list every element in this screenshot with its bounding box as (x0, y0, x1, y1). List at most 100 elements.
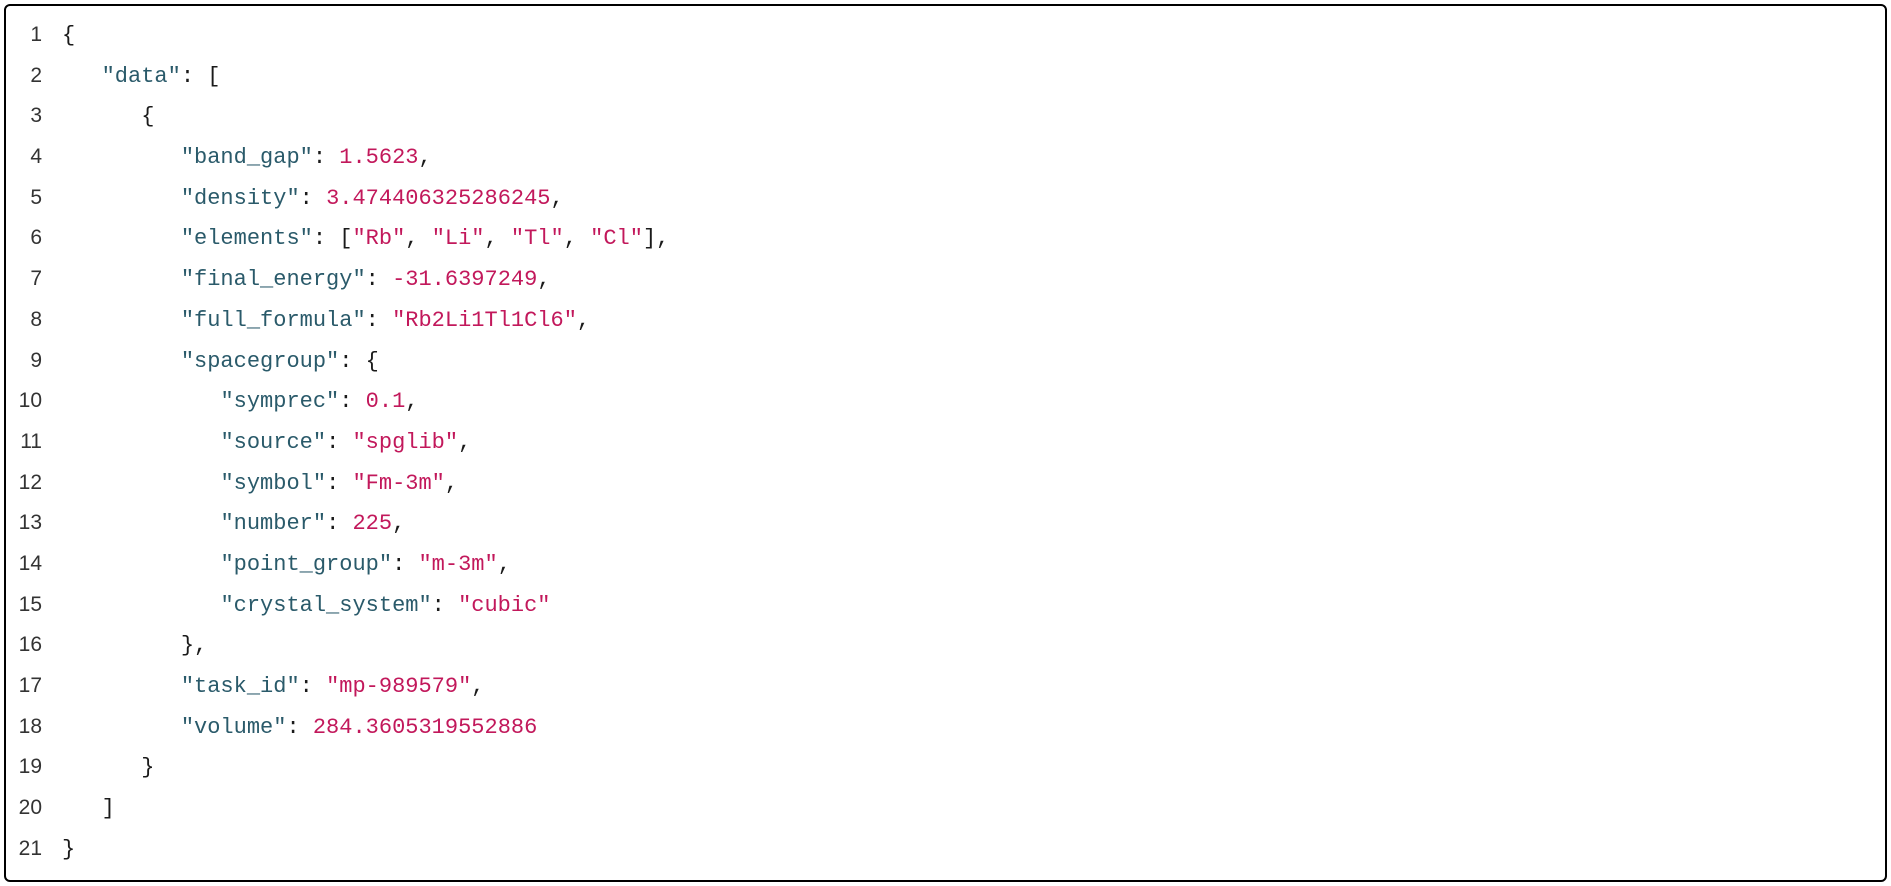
token-punct: , (458, 430, 471, 455)
token-colon: : (313, 226, 339, 251)
line-number: 3 (6, 97, 62, 136)
token-number: 1.5623 (339, 145, 418, 170)
token-string: "mp-989579" (326, 674, 471, 699)
token-punct: , (445, 471, 458, 496)
line-content: "task_id": "mp-989579", (62, 667, 485, 708)
token-colon: : (300, 186, 326, 211)
token-string: "cubic" (458, 593, 550, 618)
code-line: 2 "data": [ (6, 57, 1885, 98)
token-number: 3.474406325286245 (326, 186, 550, 211)
token-colon: : (326, 471, 352, 496)
token-colon: : (339, 349, 365, 374)
line-content: "point_group": "m-3m", (62, 545, 511, 586)
token-punct: , (537, 267, 550, 292)
line-number: 6 (6, 219, 62, 258)
code-line: 17 "task_id": "mp-989579", (6, 667, 1885, 708)
line-content: "volume": 284.3605319552886 (62, 708, 537, 749)
line-number: 11 (6, 423, 62, 462)
line-content: "spacegroup": { (62, 342, 379, 383)
line-content: "full_formula": "Rb2Li1Tl1Cl6", (62, 301, 590, 342)
token-number: -31.6397249 (392, 267, 537, 292)
token-key: "volume" (181, 715, 287, 740)
token-key: "task_id" (181, 674, 300, 699)
code-line: 8 "full_formula": "Rb2Li1Tl1Cl6", (6, 301, 1885, 342)
token-colon: : (339, 389, 365, 414)
token-punct: , (418, 145, 431, 170)
code-line: 7 "final_energy": -31.6397249, (6, 260, 1885, 301)
token-string: "Rb2Li1Tl1Cl6" (392, 308, 577, 333)
token-punct: , (485, 226, 511, 251)
token-punct: , (471, 674, 484, 699)
token-punct: , (392, 511, 405, 536)
line-content: "crystal_system": "cubic" (62, 586, 551, 627)
token-key: "symbol" (220, 471, 326, 496)
token-number: 284.3605319552886 (313, 715, 537, 740)
token-number: 225 (352, 511, 392, 536)
line-content: "symbol": "Fm-3m", (62, 464, 458, 505)
token-number: 0.1 (366, 389, 406, 414)
line-number: 10 (6, 382, 62, 421)
token-colon: : (432, 593, 458, 618)
token-string: "Rb" (352, 226, 405, 251)
line-number: 15 (6, 586, 62, 625)
token-key: "symprec" (220, 389, 339, 414)
token-colon: : (326, 511, 352, 536)
code-line: 19 } (6, 748, 1885, 789)
token-colon: : (326, 430, 352, 455)
code-line: 11 "source": "spglib", (6, 423, 1885, 464)
token-colon: : (313, 145, 339, 170)
token-string: "Fm-3m" (352, 471, 444, 496)
line-content: "data": [ (62, 57, 220, 98)
line-content: { (62, 97, 154, 138)
token-punct: [ (207, 64, 220, 89)
token-key: "density" (181, 186, 300, 211)
line-number: 14 (6, 545, 62, 584)
token-punct: , (498, 552, 511, 577)
line-number: 20 (6, 789, 62, 828)
token-punct: } (62, 837, 75, 862)
code-line: 5 "density": 3.474406325286245, (6, 179, 1885, 220)
line-content: "number": 225, (62, 504, 405, 545)
line-content: } (62, 748, 154, 789)
line-number: 19 (6, 748, 62, 787)
line-number: 21 (6, 830, 62, 869)
token-punct: { (366, 349, 379, 374)
line-content: "band_gap": 1.5623, (62, 138, 432, 179)
token-punct: , (405, 389, 418, 414)
code-line: 1{ (6, 16, 1885, 57)
token-string: "m-3m" (418, 552, 497, 577)
code-line: 16 }, (6, 626, 1885, 667)
token-punct: ], (643, 226, 669, 251)
token-string: "Tl" (511, 226, 564, 251)
line-content: "elements": ["Rb", "Li", "Tl", "Cl"], (62, 219, 669, 260)
code-line: 12 "symbol": "Fm-3m", (6, 464, 1885, 505)
code-line: 14 "point_group": "m-3m", (6, 545, 1885, 586)
line-content: }, (62, 626, 207, 667)
line-number: 12 (6, 464, 62, 503)
line-number: 2 (6, 57, 62, 96)
line-number: 4 (6, 138, 62, 177)
line-content: { (62, 16, 75, 57)
token-colon: : (392, 552, 418, 577)
token-punct: [ (339, 226, 352, 251)
code-line: 6 "elements": ["Rb", "Li", "Tl", "Cl"], (6, 219, 1885, 260)
code-block: 1{2 "data": [3 {4 "band_gap": 1.5623,5 "… (4, 4, 1887, 882)
token-key: "point_group" (220, 552, 392, 577)
token-string: "spglib" (352, 430, 458, 455)
token-punct: , (564, 226, 590, 251)
token-punct: , (405, 226, 431, 251)
token-key: "crystal_system" (220, 593, 431, 618)
line-content: "density": 3.474406325286245, (62, 179, 564, 220)
token-key: "source" (220, 430, 326, 455)
code-line: 15 "crystal_system": "cubic" (6, 586, 1885, 627)
token-key: "number" (220, 511, 326, 536)
code-line: 9 "spacegroup": { (6, 342, 1885, 383)
code-line: 4 "band_gap": 1.5623, (6, 138, 1885, 179)
token-punct: , (577, 308, 590, 333)
code-line: 20 ] (6, 789, 1885, 830)
line-number: 1 (6, 16, 62, 55)
token-colon: : (300, 674, 326, 699)
code-line: 10 "symprec": 0.1, (6, 382, 1885, 423)
code-line: 18 "volume": 284.3605319552886 (6, 708, 1885, 749)
line-number: 18 (6, 708, 62, 747)
